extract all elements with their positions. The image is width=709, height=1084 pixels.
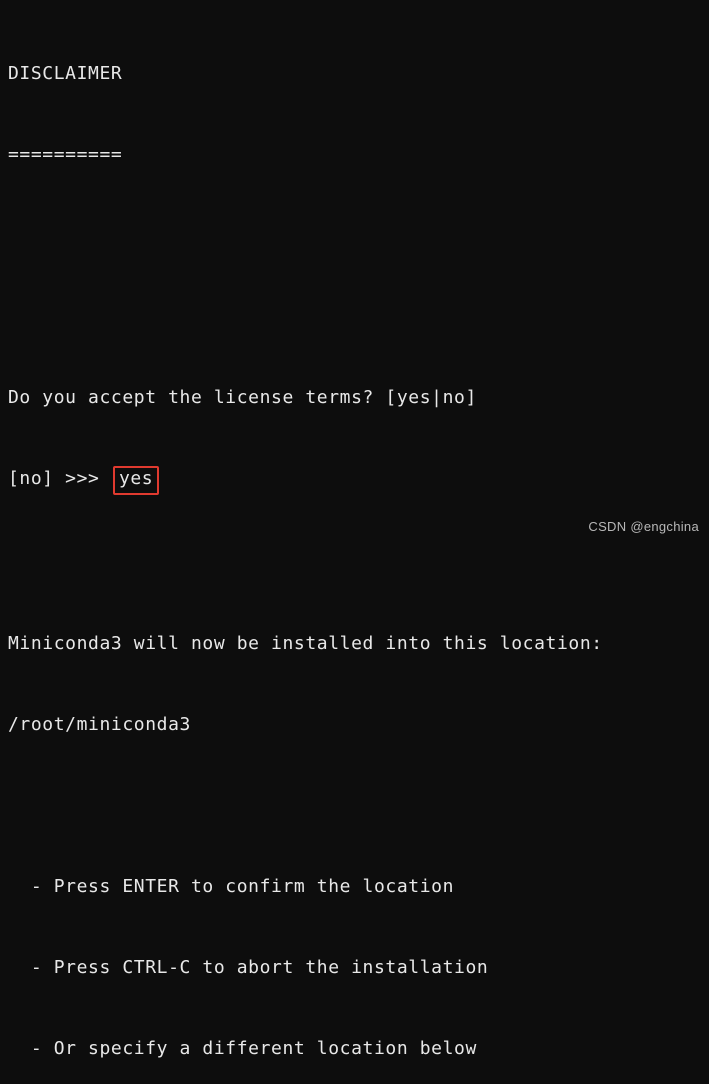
install-message: Miniconda3 will now be installed into th… <box>8 630 701 657</box>
blank-line <box>8 222 701 249</box>
disclaimer-rule: ========== <box>8 141 701 168</box>
watermark-text: CSDN @engchina <box>588 517 699 537</box>
install-option-enter: - Press ENTER to confirm the location <box>8 873 701 900</box>
blank-line <box>8 792 701 819</box>
license-question: Do you accept the license terms? [yes|no… <box>8 384 701 411</box>
license-default: [no] >>> <box>8 468 111 489</box>
install-default-path: /root/miniconda3 <box>8 711 701 738</box>
blank-line <box>8 303 701 330</box>
terminal-output: DISCLAIMER ========== Do you accept the … <box>0 0 709 1084</box>
blank-line <box>8 549 701 576</box>
license-answer-highlight[interactable]: yes <box>113 466 159 495</box>
install-option-abort: - Press CTRL-C to abort the installation <box>8 954 701 981</box>
disclaimer-title: DISCLAIMER <box>8 60 701 87</box>
install-option-specify: - Or specify a different location below <box>8 1035 701 1062</box>
license-prompt-line: [no] >>> yes <box>8 465 701 495</box>
